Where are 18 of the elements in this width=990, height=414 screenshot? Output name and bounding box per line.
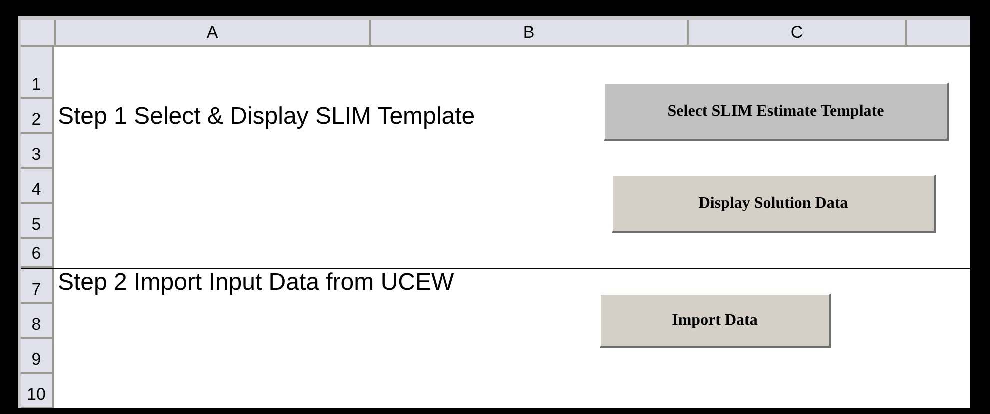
row-header[interactable]: 3 xyxy=(21,134,54,169)
cell-text: Step 1 Select & Display SLIM Template xyxy=(58,102,476,130)
column-header[interactable]: B xyxy=(371,20,689,45)
row-header[interactable]: 9 xyxy=(21,339,54,374)
row-header[interactable]: 2 xyxy=(21,99,54,134)
row-header[interactable]: 1 xyxy=(21,47,54,99)
cell-text: Step 2 Import Input Data from UCEW xyxy=(58,269,454,297)
row-header[interactable]: 4 xyxy=(21,169,54,204)
row-header[interactable]: 7 xyxy=(21,269,54,304)
macro-button[interactable]: Display Solution Data xyxy=(612,175,936,233)
macro-button[interactable]: Select SLIM Estimate Template xyxy=(604,83,949,141)
column-header[interactable]: C xyxy=(689,20,907,45)
macro-button[interactable]: Import Data xyxy=(600,294,831,348)
row-header[interactable]: 6 xyxy=(21,239,54,268)
row-header[interactable]: 10 xyxy=(21,374,54,408)
column-header[interactable]: A xyxy=(56,20,371,45)
row-header[interactable]: 5 xyxy=(21,204,54,239)
row-header[interactable]: 8 xyxy=(21,304,54,339)
